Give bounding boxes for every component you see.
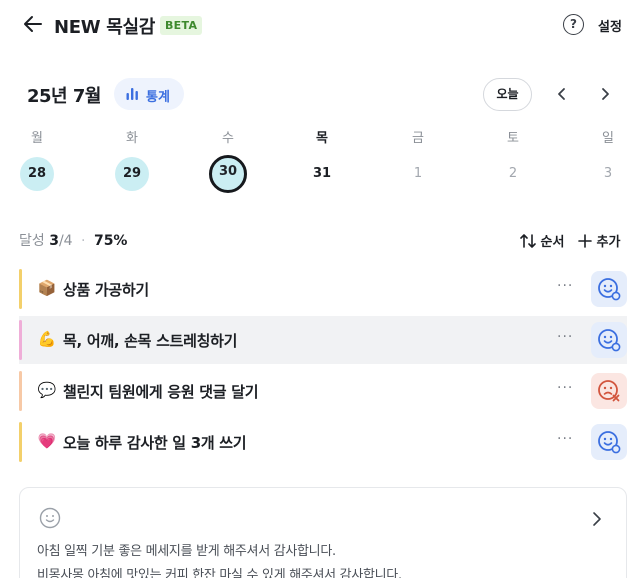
happy-face-icon: [598, 329, 621, 352]
weekday-fri: 금: [412, 131, 424, 146]
task-label: 챌린지 팀원에게 응원 댓글 달기: [63, 383, 259, 401]
chevron-right-icon[interactable]: [586, 508, 608, 530]
add-task-label: 추가: [596, 235, 621, 250]
heart-icon: 💗: [37, 432, 57, 450]
progress-summary: 달성 3/4 · 75%: [19, 230, 127, 250]
day-cell-selected[interactable]: 30: [209, 155, 247, 193]
more-icon[interactable]: ···: [557, 431, 573, 447]
total-count: /4: [58, 233, 73, 249]
happy-face-icon: [598, 431, 621, 454]
weekday-thu: 목: [316, 131, 328, 146]
more-icon[interactable]: ···: [557, 329, 573, 345]
help-icon[interactable]: ?: [563, 14, 584, 35]
summary-separator: ·: [81, 233, 86, 249]
weekday-tue: 화: [126, 131, 138, 146]
task-status-happy-button[interactable]: [591, 271, 627, 307]
task-row[interactable]: 💗 오늘 하루 감사한 일 3개 쓰기 ···: [19, 418, 627, 466]
sort-order-label: 순서: [540, 235, 565, 250]
gratitude-note-card[interactable]: 아침 일찍 기분 좋은 메세지를 받게 해주셔서 감사합니다. 비몽사몽 아침에…: [19, 487, 627, 578]
speech-bubble-icon: 💬: [37, 381, 57, 399]
add-task-button[interactable]: 추가: [578, 231, 620, 250]
sad-face-icon: [598, 380, 620, 402]
done-count: 3: [49, 233, 59, 249]
note-line: 비몽사몽 아침에 맛있는 커피 한잔 마실 수 있게 해주셔서 감사합니다.: [37, 568, 402, 578]
smiley-icon: [39, 507, 61, 529]
task-status-sad-button[interactable]: [591, 373, 627, 409]
back-arrow-icon[interactable]: [22, 12, 44, 36]
sort-order-button[interactable]: 순서: [520, 231, 564, 250]
bar-chart-icon: [126, 88, 138, 100]
month-label: 25년 7월: [27, 86, 101, 107]
settings-button[interactable]: 설정: [598, 16, 622, 35]
task-row[interactable]: 📦 상품 가공하기 ···: [19, 265, 627, 313]
sort-arrows-icon: [520, 234, 536, 248]
page-title: NEW 목실감: [54, 17, 156, 38]
top-bar: NEW 목실감 BETA ? 설정: [0, 0, 640, 50]
plus-icon: [578, 234, 592, 248]
day-cell[interactable]: 28: [20, 157, 54, 191]
task-color-bar: [19, 422, 22, 462]
package-icon: 📦: [37, 279, 57, 297]
chevron-right-icon[interactable]: [593, 82, 617, 106]
beta-badge: BETA: [160, 16, 203, 35]
flexed-arm-icon: 💪: [37, 330, 57, 348]
summary-label: 달성: [19, 233, 45, 249]
task-color-bar: [19, 320, 22, 360]
stats-label: 통계: [146, 90, 170, 105]
task-status-happy-button[interactable]: [591, 424, 627, 460]
day-cell[interactable]: 1: [401, 157, 435, 191]
weekday-sat: 토: [507, 131, 519, 146]
stats-button[interactable]: 통계: [114, 78, 184, 110]
task-color-bar: [19, 269, 22, 309]
task-row[interactable]: 💪 목, 어깨, 손목 스트레칭하기 ···: [19, 316, 627, 364]
task-label: 상품 가공하기: [63, 281, 149, 299]
happy-face-icon: [598, 278, 621, 301]
task-label: 오늘 하루 감사한 일 3개 쓰기: [63, 434, 247, 452]
weekday-wed: 수: [222, 131, 234, 146]
more-icon[interactable]: ···: [557, 380, 573, 396]
day-cell[interactable]: 3: [591, 157, 625, 191]
day-cell[interactable]: 2: [496, 157, 530, 191]
note-line: 아침 일찍 기분 좋은 메세지를 받게 해주셔서 감사합니다.: [37, 544, 336, 559]
day-cell[interactable]: 29: [115, 157, 149, 191]
weekday-sun: 일: [602, 131, 614, 146]
task-color-bar: [19, 371, 22, 411]
task-label: 목, 어깨, 손목 스트레칭하기: [63, 332, 238, 350]
percent-value: 75%: [93, 233, 128, 249]
more-icon[interactable]: ···: [557, 278, 573, 294]
today-button[interactable]: 오늘: [483, 78, 532, 111]
chevron-left-icon[interactable]: [550, 82, 574, 106]
day-cell[interactable]: 31: [305, 157, 339, 191]
task-status-happy-button[interactable]: [591, 322, 627, 358]
weekday-mon: 월: [31, 131, 43, 146]
task-row[interactable]: 💬 챌린지 팀원에게 응원 댓글 달기 ···: [19, 367, 627, 415]
